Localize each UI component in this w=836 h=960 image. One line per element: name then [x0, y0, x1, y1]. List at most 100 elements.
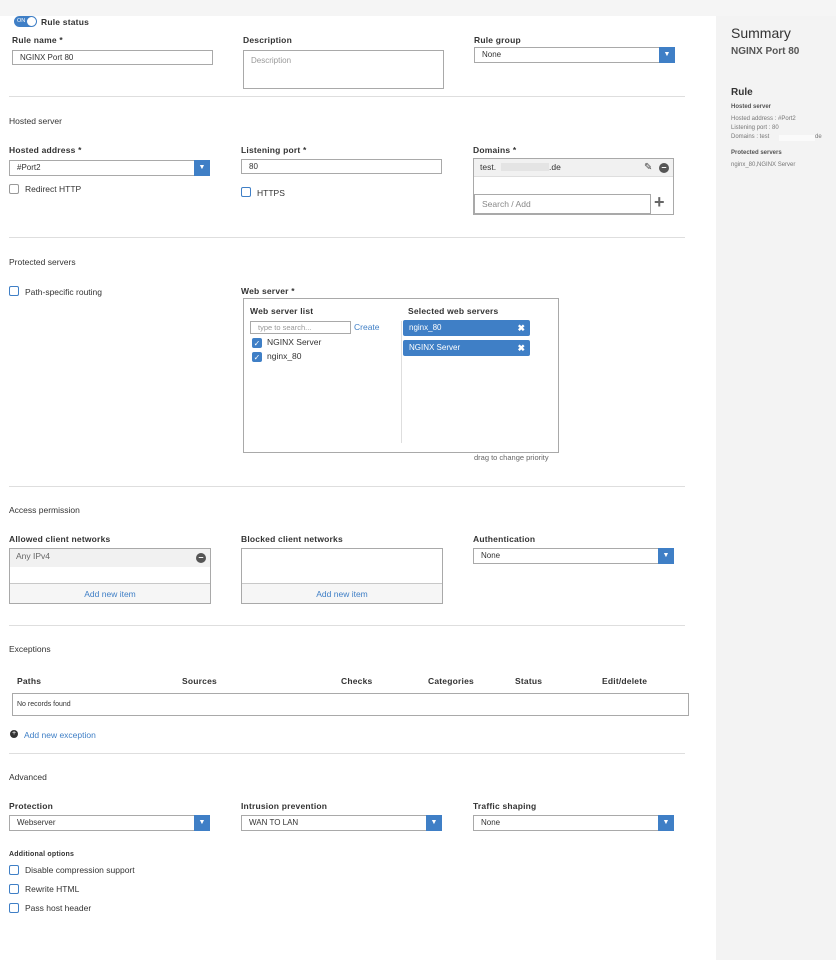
selected-web-server-chip[interactable]: nginx_80 ✖ [403, 320, 530, 336]
column-header-edit-delete: Edit/delete [602, 676, 648, 686]
add-blocked-network-button[interactable]: Add new item [242, 583, 442, 603]
rule-group-label: Rule group [474, 35, 521, 45]
selected-web-server-chip[interactable]: NGINX Server ✖ [403, 340, 530, 356]
pass-host-header-label: Pass host header [25, 903, 92, 913]
toggle-knob [27, 17, 36, 26]
traffic-shaping-value: None [481, 818, 501, 827]
description-textarea[interactable]: Description [243, 50, 444, 89]
rule-group-select[interactable]: None ▼ [474, 47, 675, 63]
chevron-down-icon[interactable]: ▼ [658, 548, 674, 564]
chevron-down-icon[interactable]: ▼ [194, 815, 210, 831]
rule-form: ON Rule status Rule name * NGINX Port 80… [0, 16, 716, 960]
allowed-networks-box: Any IPv4 – Add new item [9, 548, 211, 604]
rule-status-toggle[interactable]: ON [14, 16, 37, 27]
redirect-http-label: Redirect HTTP [25, 184, 82, 194]
hosted-address-select[interactable]: #Port2 ▼ [9, 160, 210, 176]
listening-port-input[interactable]: 80 [241, 159, 442, 174]
description-label: Description [243, 35, 292, 45]
pencil-icon[interactable]: ✎ [644, 162, 652, 173]
summary-listening-port: Listening port : 80 [731, 125, 779, 131]
summary-rule-name: NGINX Port 80 [731, 46, 800, 57]
domain-search-placeholder: Search / Add [482, 199, 531, 209]
redacted-text [501, 163, 549, 171]
hosted-address-value: #Port2 [17, 163, 41, 172]
web-server-picker: Web server list type to search... Create… [243, 298, 559, 453]
hosted-address-label: Hosted address * [9, 145, 82, 155]
toggle-text: ON [17, 18, 26, 24]
chevron-down-icon[interactable]: ▼ [659, 47, 675, 63]
plus-icon[interactable]: + [654, 192, 665, 213]
selected-web-server-label: NGINX Server [409, 343, 461, 352]
intrusion-prevention-label: Intrusion prevention [241, 801, 328, 811]
rewrite-html-checkbox[interactable] [9, 884, 19, 894]
rule-name-label: Rule name * [12, 35, 63, 45]
chevron-down-icon[interactable]: ▼ [658, 815, 674, 831]
chevron-down-icon[interactable]: ▼ [194, 160, 210, 176]
listening-port-label: Listening port * [241, 145, 307, 155]
disable-compression-label: Disable compression support [25, 865, 135, 875]
web-server-list-item[interactable]: nginx_80 [267, 351, 302, 361]
summary-protected-heading: Protected servers [731, 150, 782, 156]
allowed-networks-label: Allowed client networks [9, 534, 111, 544]
web-server-checkbox[interactable]: ✓ [252, 338, 262, 348]
authentication-value: None [481, 551, 501, 560]
exceptions-title: Exceptions [9, 644, 51, 654]
add-allowed-network-button[interactable]: Add new item [10, 583, 210, 603]
disable-compression-checkbox[interactable] [9, 865, 19, 875]
column-header-categories: Categories [428, 676, 474, 686]
web-server-list-title: Web server list [250, 306, 314, 316]
web-server-list-item[interactable]: NGINX Server [267, 337, 321, 347]
web-server-checkbox[interactable]: ✓ [252, 352, 262, 362]
summary-hosted-address: Hosted address : #Port2 [731, 116, 796, 122]
close-icon[interactable]: ✖ [517, 320, 525, 336]
add-exception-link[interactable]: Add new exception [24, 730, 96, 740]
rule-status-label: Rule status [41, 17, 90, 27]
create-link[interactable]: Create [354, 322, 380, 332]
https-label: HTTPS [257, 188, 285, 198]
rule-group-value: None [482, 50, 502, 59]
authentication-select[interactable]: None ▼ [473, 548, 674, 564]
path-routing-checkbox[interactable] [9, 286, 19, 296]
rule-name-input[interactable]: NGINX Port 80 [12, 50, 213, 65]
chevron-down-icon[interactable]: ▼ [426, 815, 442, 831]
traffic-shaping-select[interactable]: None ▼ [473, 815, 674, 831]
divider [9, 625, 685, 626]
selected-web-servers-title: Selected web servers [408, 306, 499, 316]
column-header-paths: Paths [17, 676, 42, 686]
allowed-network-label: Any IPv4 [16, 551, 51, 561]
intrusion-prevention-select[interactable]: WAN TO LAN ▼ [241, 815, 442, 831]
summary-hosted-heading: Hosted server [731, 104, 772, 110]
https-checkbox[interactable] [241, 187, 251, 197]
domains-box: test. .de ✎ – Search / Add + [473, 158, 674, 215]
selected-web-server-label: nginx_80 [409, 323, 442, 332]
pass-host-header-checkbox[interactable] [9, 903, 19, 913]
domain-search-input[interactable]: Search / Add [474, 194, 651, 214]
empty-state-text: No records found [17, 701, 71, 708]
close-icon[interactable]: ✖ [517, 340, 525, 356]
web-server-label: Web server * [241, 286, 295, 296]
column-header-sources: Sources [182, 676, 217, 686]
blocked-networks-box: Add new item [241, 548, 443, 604]
remove-icon[interactable]: – [196, 553, 206, 563]
path-routing-label: Path-specific routing [25, 287, 103, 297]
column-header-status: Status [515, 676, 543, 686]
picker-divider [401, 321, 402, 443]
protection-select[interactable]: Webserver ▼ [9, 815, 210, 831]
summary-sidebar: Summary NGINX Port 80 Rule Hosted server… [716, 16, 836, 960]
summary-domains-prefix: Domains : test [731, 134, 770, 140]
divider [9, 486, 685, 487]
domain-prefix: test. [480, 162, 497, 172]
add-circle-icon[interactable]: + [10, 730, 18, 738]
divider [9, 237, 685, 238]
remove-icon[interactable]: – [659, 163, 669, 173]
redirect-http-checkbox[interactable] [9, 184, 19, 194]
exceptions-table-body: No records found [12, 693, 689, 716]
access-permission-title: Access permission [9, 505, 80, 515]
divider [9, 753, 685, 754]
web-server-search-input[interactable]: type to search... [250, 321, 351, 334]
top-strip [0, 0, 836, 16]
traffic-shaping-label: Traffic shaping [473, 801, 537, 811]
summary-protected-value: nginx_80,NGINX Server [731, 162, 796, 168]
protection-value: Webserver [17, 818, 56, 827]
summary-rule-heading: Rule [731, 87, 753, 98]
